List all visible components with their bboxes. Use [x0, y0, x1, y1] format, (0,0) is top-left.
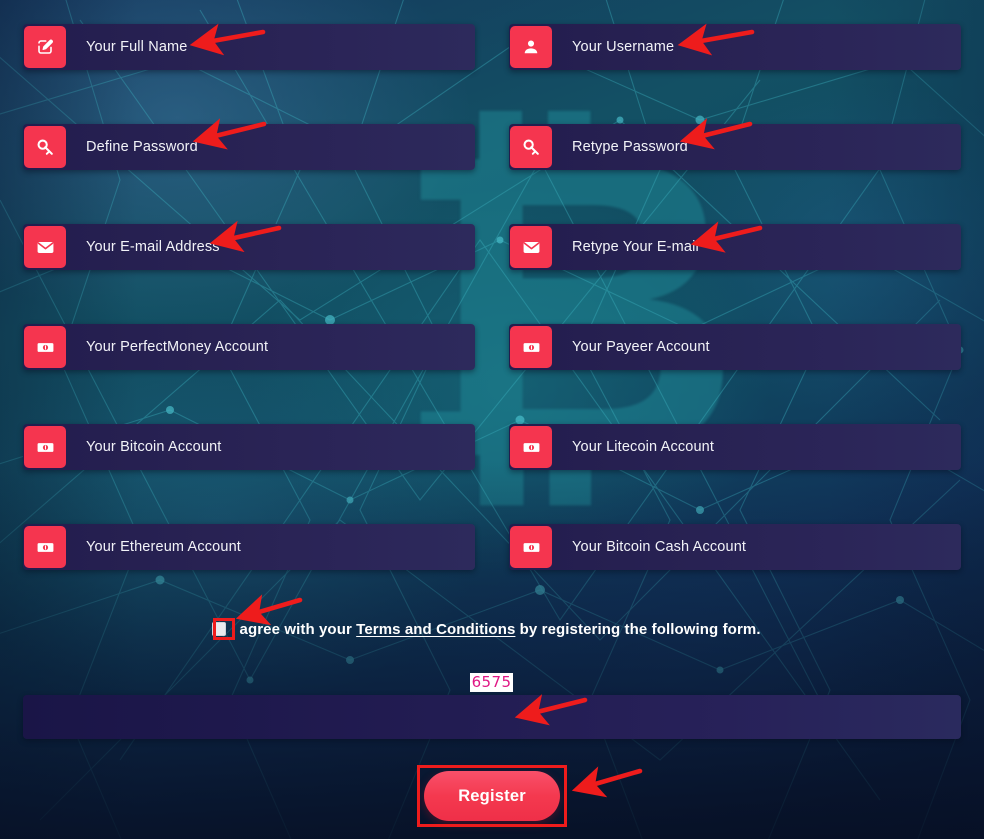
money-icon	[24, 526, 66, 568]
registration-form: Your Full Name Your Username Define Pass…	[0, 0, 984, 839]
field-label: Your E-mail Address	[86, 239, 220, 255]
key-icon	[510, 126, 552, 168]
field-define-password[interactable]: Define Password	[23, 124, 475, 170]
user-icon	[510, 26, 552, 68]
field-perfectmoney-account[interactable]: Your PerfectMoney Account	[23, 324, 475, 370]
money-icon	[24, 326, 66, 368]
email-icon	[24, 226, 66, 268]
field-username[interactable]: Your Username	[509, 24, 961, 70]
field-label: Your Bitcoin Account	[86, 439, 222, 455]
terms-agreement-row: I agree with your Terms and Conditions b…	[212, 618, 761, 640]
field-email[interactable]: Your E-mail Address	[23, 224, 475, 270]
field-label: Your Payeer Account	[572, 339, 710, 355]
captcha-code-image: 6575	[470, 673, 513, 692]
field-bitcoin-cash-account[interactable]: Your Bitcoin Cash Account	[509, 524, 961, 570]
field-label: Your Username	[572, 39, 675, 55]
field-full-name[interactable]: Your Full Name	[23, 24, 475, 70]
terms-text-after: by registering the following form.	[515, 620, 761, 638]
captcha-input[interactable]	[23, 695, 961, 739]
terms-and-conditions-link[interactable]: Terms and Conditions	[356, 621, 515, 638]
field-retype-password[interactable]: Retype Password	[509, 124, 961, 170]
register-button[interactable]: Register	[424, 771, 560, 821]
key-icon	[24, 126, 66, 168]
field-label: Your PerfectMoney Account	[86, 339, 269, 355]
field-label: Retype Your E-mail	[572, 239, 699, 255]
terms-checkbox[interactable]	[212, 622, 226, 636]
terms-text: I agree with your Terms and Conditions b…	[231, 621, 761, 638]
registration-page: ₿	[0, 0, 984, 839]
edit-icon	[24, 26, 66, 68]
field-litecoin-account[interactable]: Your Litecoin Account	[509, 424, 961, 470]
money-icon	[24, 426, 66, 468]
money-icon	[510, 426, 552, 468]
field-label: Your Litecoin Account	[572, 439, 715, 455]
field-label: Your Bitcoin Cash Account	[572, 539, 747, 555]
field-label: Your Full Name	[86, 39, 188, 55]
email-icon	[510, 226, 552, 268]
terms-text-before: I agree with your	[231, 620, 357, 638]
field-label: Retype Password	[572, 139, 688, 155]
money-icon	[510, 326, 552, 368]
money-icon	[510, 526, 552, 568]
field-label: Your Ethereum Account	[86, 539, 241, 555]
field-ethereum-account[interactable]: Your Ethereum Account	[23, 524, 475, 570]
field-bitcoin-account[interactable]: Your Bitcoin Account	[23, 424, 475, 470]
field-payeer-account[interactable]: Your Payeer Account	[509, 324, 961, 370]
field-label: Define Password	[86, 139, 198, 155]
field-retype-email[interactable]: Retype Your E-mail	[509, 224, 961, 270]
